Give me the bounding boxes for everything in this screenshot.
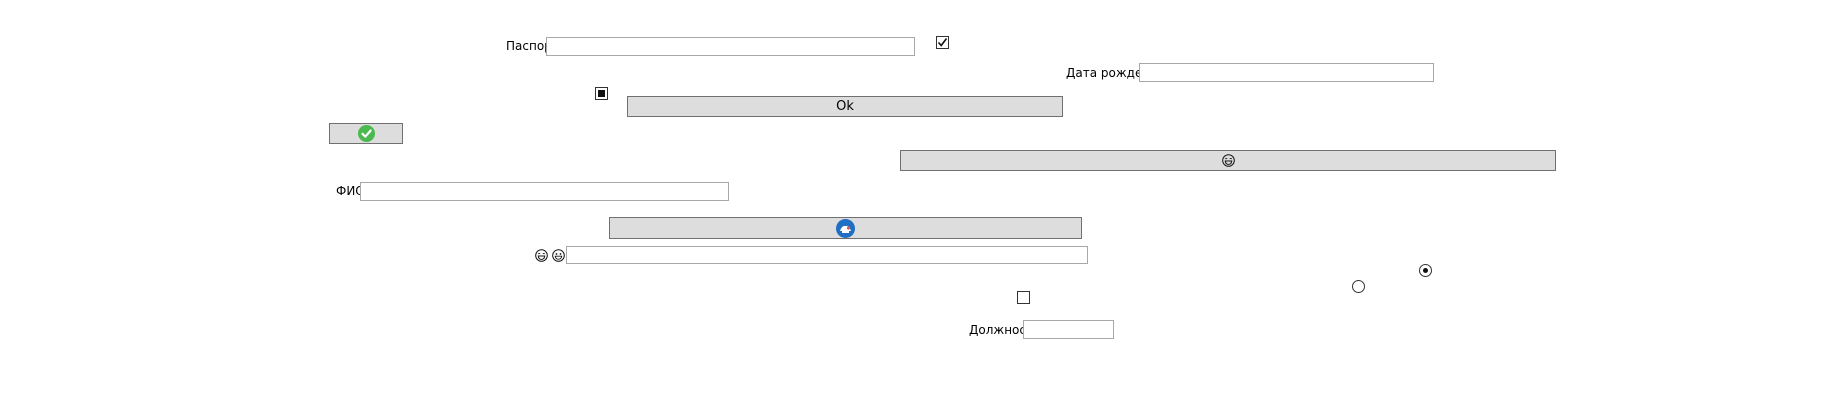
indeterminate-mark-icon xyxy=(598,90,605,97)
radio-dot-icon xyxy=(1423,268,1428,273)
checkmark-icon xyxy=(937,38,948,47)
indeterminate-checkbox[interactable] xyxy=(595,87,608,100)
blue-badge-button[interactable] xyxy=(609,217,1082,239)
lower-checkbox[interactable] xyxy=(1017,291,1030,304)
ok-button[interactable]: Ok xyxy=(627,96,1063,117)
emoji-label-first xyxy=(535,249,548,262)
radio-selected[interactable] xyxy=(1419,264,1432,277)
passport-input[interactable] xyxy=(546,37,915,56)
birth-date-input[interactable] xyxy=(1139,63,1434,82)
radio-unselected[interactable] xyxy=(1352,280,1365,293)
laughing-face-icon xyxy=(1221,154,1235,167)
passport-checkbox[interactable] xyxy=(936,36,949,49)
emoji-label-second xyxy=(552,249,565,262)
ok-button-label: Ok xyxy=(836,99,854,114)
position-input[interactable] xyxy=(1023,320,1114,339)
fio-input[interactable] xyxy=(360,182,729,201)
green-check-circle-icon xyxy=(357,125,375,142)
emoji-text-input[interactable] xyxy=(566,246,1088,264)
emoji-button[interactable] xyxy=(900,150,1556,171)
laughing-face-icon xyxy=(535,249,548,262)
blue-round-badge-icon xyxy=(836,218,855,238)
check-button[interactable] xyxy=(329,123,403,144)
grinning-face-icon xyxy=(552,249,565,262)
